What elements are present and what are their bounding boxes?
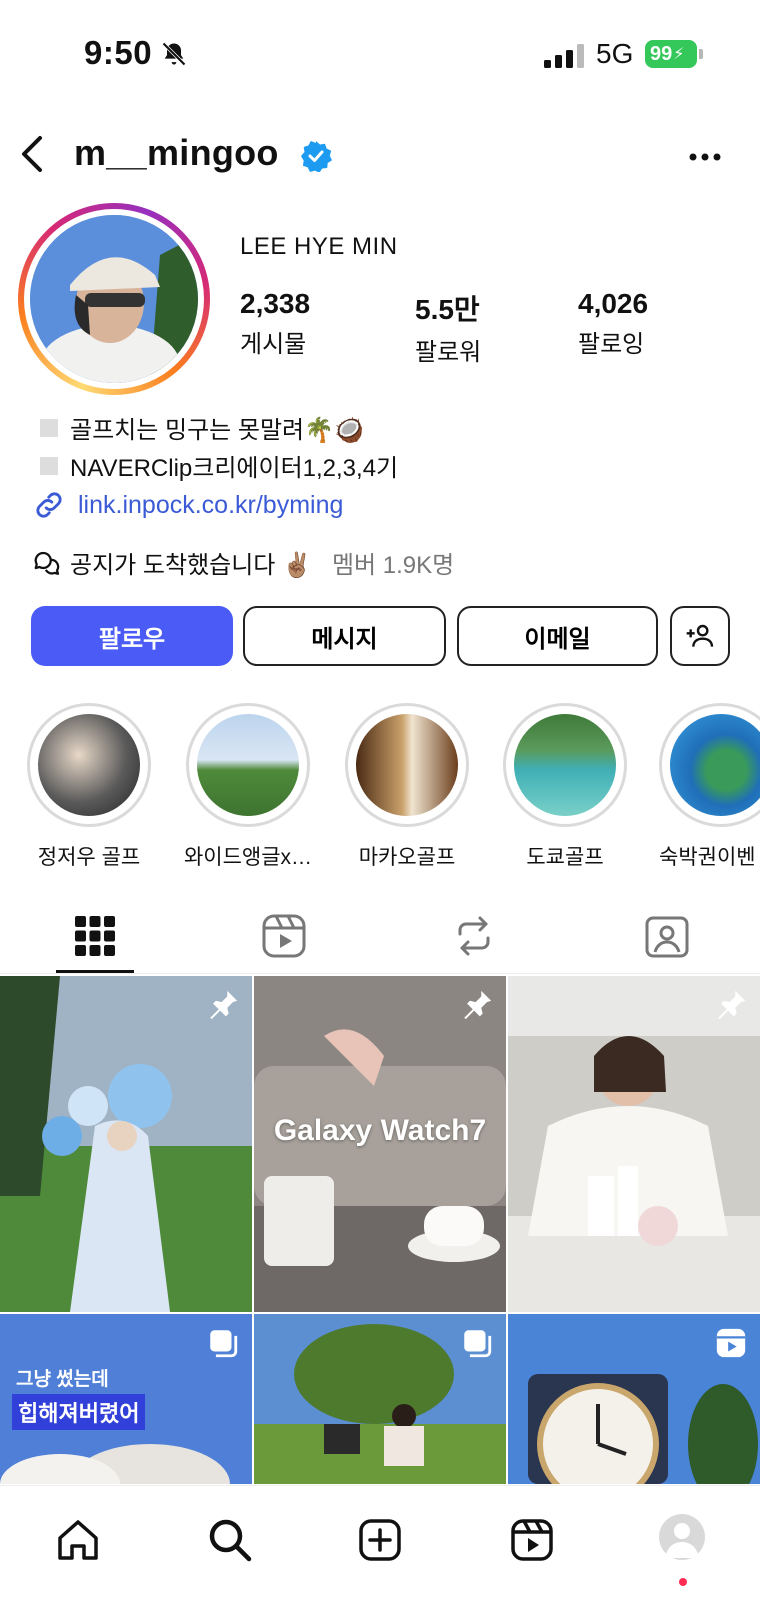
bullet-icon (40, 456, 58, 475)
highlight-label: 와이드앵글x… (183, 846, 313, 869)
pin-icon (464, 990, 492, 1020)
highlight-cover (514, 714, 616, 816)
home-icon[interactable] (54, 1516, 102, 1564)
charging-icon: ⚡ (673, 46, 685, 63)
notice-member-count: 멤버 1.9K명 (331, 552, 455, 579)
pin-icon (718, 990, 746, 1020)
post-tile[interactable]: 그냥 썼는데 힙해져버렸어 (0, 1314, 252, 1484)
back-icon[interactable] (18, 134, 48, 174)
network-label: 5G (596, 38, 634, 69)
battery-indicator: 99 ⚡ (645, 40, 697, 68)
create-icon[interactable] (356, 1516, 404, 1564)
bio-line: 골프치는 밍구는 못말려🌴🥥 (40, 410, 364, 445)
stat-value: 4,026 (578, 288, 649, 319)
notice-text: 공지가 도착했습니다 ✌🏽 (70, 552, 312, 579)
stat-label: 게시물 (240, 331, 307, 358)
post-caption-highlight: 힙해져버렸어 (12, 1394, 146, 1430)
post-tile[interactable]: Galaxy Watch7 (254, 976, 506, 1312)
signal-icon (544, 44, 584, 68)
highlight-cover (197, 714, 299, 816)
reels-badge-icon (716, 1328, 746, 1358)
story-highlight[interactable]: 숙박권이벤 (659, 703, 760, 871)
post-tile[interactable] (508, 976, 760, 1312)
bio-line: NAVERClip크리에이터1,2,3,4기 (40, 448, 398, 483)
stat-followers[interactable]: 5.5만 팔로워 (415, 288, 481, 367)
profile-avatar-nav[interactable] (659, 1514, 705, 1560)
profile-username: m__mingoo (74, 132, 279, 173)
battery-cap (699, 49, 703, 59)
bio-text: NAVERClip크리에이터1,2,3,4기 (70, 455, 399, 482)
bell-off-icon (162, 42, 186, 66)
email-button[interactable]: 이메일 (457, 606, 658, 666)
verified-icon (301, 141, 332, 172)
profile-avatar (30, 215, 198, 383)
broadcast-channel[interactable]: 공지가 도착했습니다 ✌🏽 멤버 1.9K명 (32, 545, 454, 580)
post-image (508, 976, 760, 1312)
post-tile[interactable] (0, 976, 252, 1312)
divider (0, 973, 760, 974)
story-highlight[interactable]: 정저우 골프 (24, 703, 154, 871)
stat-label: 팔로워 (415, 339, 482, 366)
more-options-icon[interactable] (688, 150, 722, 164)
stat-posts[interactable]: 2,338 게시물 (240, 288, 310, 359)
grid-icon[interactable] (71, 912, 119, 960)
highlight-label: 숙박권이벤 (659, 846, 756, 869)
search-icon[interactable] (206, 1516, 254, 1564)
stat-label: 팔로잉 (578, 331, 645, 358)
default-avatar-icon (665, 1523, 699, 1558)
bio-link[interactable]: link.inpock.co.kr/byming (32, 488, 343, 522)
highlight-cover (670, 714, 760, 816)
story-highlight[interactable]: 와이드앵글x… (183, 703, 313, 871)
display-name: LEE HYE MIN (240, 233, 398, 260)
tagged-icon[interactable] (643, 912, 691, 960)
stat-value: 5.5만 (415, 294, 480, 325)
story-highlight[interactable]: 도쿄골프 (500, 703, 630, 871)
notification-dot (679, 1578, 687, 1586)
reposts-icon[interactable] (450, 912, 498, 960)
highlight-label: 정저우 골프 (37, 846, 141, 869)
highlight-cover (356, 714, 458, 816)
message-button[interactable]: 메시지 (243, 606, 446, 666)
story-highlight[interactable]: 마카오골프 (342, 703, 472, 871)
reels-icon[interactable] (508, 1516, 556, 1564)
profile-avatar-story-ring[interactable] (18, 203, 210, 395)
post-overlay-text: Galaxy Watch7 (273, 1114, 487, 1147)
avatar-photo (30, 215, 198, 383)
add-person-icon (686, 624, 714, 647)
pin-icon (210, 990, 238, 1020)
link-text: link.inpock.co.kr/byming (78, 490, 344, 519)
follow-button[interactable]: 팔로우 (31, 606, 233, 666)
post-tile[interactable] (508, 1314, 760, 1484)
suggested-users-button[interactable] (670, 606, 730, 666)
link-icon (36, 492, 62, 518)
battery-level: 99 (650, 42, 673, 65)
bullet-icon (40, 418, 58, 437)
status-bar: 9:50 5G 99 ⚡ (0, 0, 760, 110)
bio-text: 골프치는 밍구는 못말려🌴🥥 (70, 417, 364, 444)
highlight-cover (38, 714, 140, 816)
post-caption-line: 그냥 썼는데 (16, 1369, 109, 1390)
post-image (0, 976, 252, 1312)
carousel-icon (464, 1330, 492, 1358)
chat-bubbles-icon (34, 551, 60, 575)
highlight-label: 마카오골프 (358, 846, 456, 869)
bottom-navigation (0, 1485, 760, 1615)
stat-following[interactable]: 4,026 팔로잉 (578, 288, 648, 359)
stat-value: 2,338 (240, 288, 311, 319)
carousel-icon (210, 1330, 238, 1358)
status-time: 9:50 (84, 34, 153, 71)
reels-tab-icon[interactable] (260, 912, 308, 960)
highlight-label: 도쿄골프 (526, 846, 604, 869)
post-tile[interactable] (254, 1314, 506, 1484)
